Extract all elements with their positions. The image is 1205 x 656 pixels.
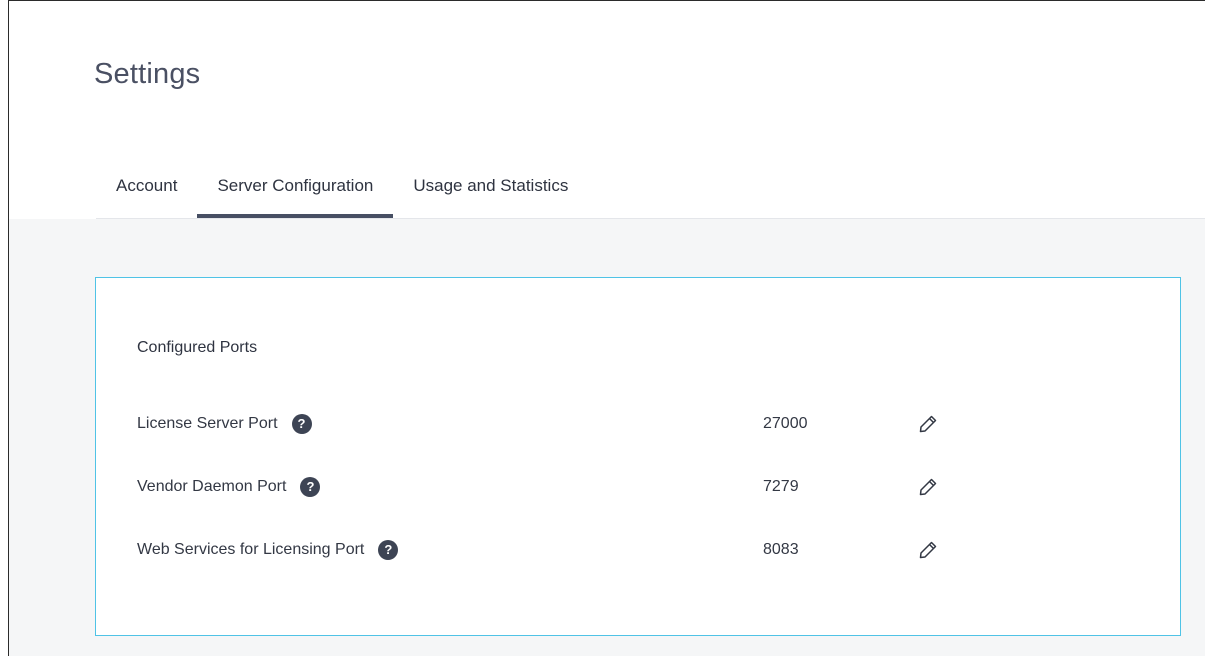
question-circle-icon[interactable]: ? [300,477,321,497]
port-row-vendor-daemon: Vendor Daemon Port ? 7279 [96,472,1180,502]
section-title: Configured Ports [137,339,258,356]
port-row-web-services: Web Services for Licensing Port ? 8083 [96,535,1180,565]
tab-account[interactable]: Account [96,163,197,219]
tab-usage-and-statistics[interactable]: Usage and Statistics [393,163,588,219]
port-label: License Server Port [137,415,278,432]
port-value: 27000 [763,415,808,432]
pencil-icon[interactable] [918,477,938,497]
page-title: Settings [94,58,201,90]
pencil-icon[interactable] [918,540,938,560]
port-row-license-server: License Server Port ? 27000 [96,409,1180,439]
port-value: 8083 [763,541,799,558]
port-label: Vendor Daemon Port [137,478,287,495]
port-value: 7279 [763,478,799,495]
configured-ports-panel: Configured Ports License Server Port ? 2… [95,277,1181,636]
tab-server-configuration[interactable]: Server Configuration [197,163,394,219]
settings-tabs: Account Server Configuration Usage and S… [96,163,588,219]
question-circle-icon[interactable]: ? [291,414,312,434]
pencil-icon[interactable] [918,414,938,434]
port-label: Web Services for Licensing Port [137,541,365,558]
question-circle-icon[interactable]: ? [378,540,399,560]
